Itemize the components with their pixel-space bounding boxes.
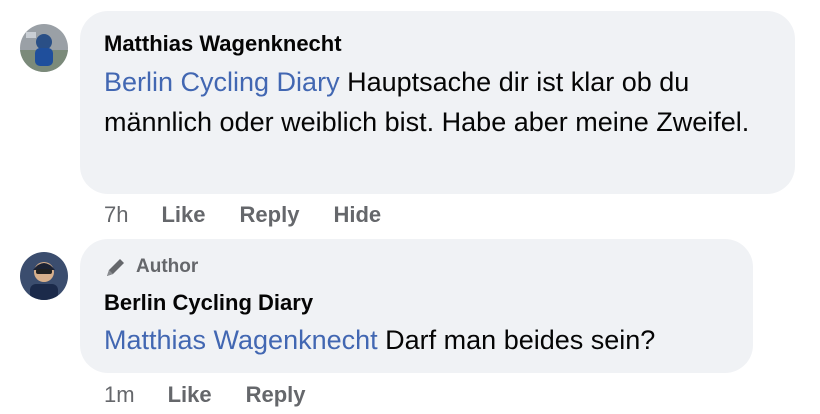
pencil-icon	[104, 255, 128, 279]
comment-author[interactable]: Berlin Cycling Diary	[104, 290, 729, 316]
comment-timestamp[interactable]: 1m	[104, 382, 135, 408]
comment-text: Berlin Cycling Diary Hauptsache dir ist …	[104, 62, 771, 142]
comment-body: Darf man beides sein?	[385, 325, 656, 355]
avatar[interactable]	[20, 252, 68, 300]
comment-thread: Matthias Wagenknecht Berlin Cycling Diar…	[0, 0, 820, 414]
comment-bubble: Author Berlin Cycling Diary Matthias Wag…	[80, 239, 753, 373]
avatar[interactable]	[20, 24, 68, 72]
comment-actions: 7h Like Reply Hide	[104, 202, 415, 228]
comment-timestamp[interactable]: 7h	[104, 202, 128, 228]
like-button[interactable]: Like	[168, 382, 212, 408]
mention-link[interactable]: Matthias Wagenknecht	[104, 325, 378, 355]
author-badge: Author	[104, 255, 729, 279]
reply-button[interactable]: Reply	[240, 202, 300, 228]
like-button[interactable]: Like	[161, 202, 205, 228]
comment-bubble: Matthias Wagenknecht Berlin Cycling Diar…	[80, 11, 795, 194]
comment-actions: 1m Like Reply	[104, 382, 340, 408]
mention-link[interactable]: Berlin Cycling Diary	[104, 67, 340, 97]
reply-button[interactable]: Reply	[246, 382, 306, 408]
author-badge-label: Author	[136, 256, 199, 277]
comment-text: Matthias Wagenknecht Darf man beides sei…	[104, 320, 729, 360]
comment-author[interactable]: Matthias Wagenknecht	[104, 31, 771, 57]
hide-button[interactable]: Hide	[333, 202, 381, 228]
